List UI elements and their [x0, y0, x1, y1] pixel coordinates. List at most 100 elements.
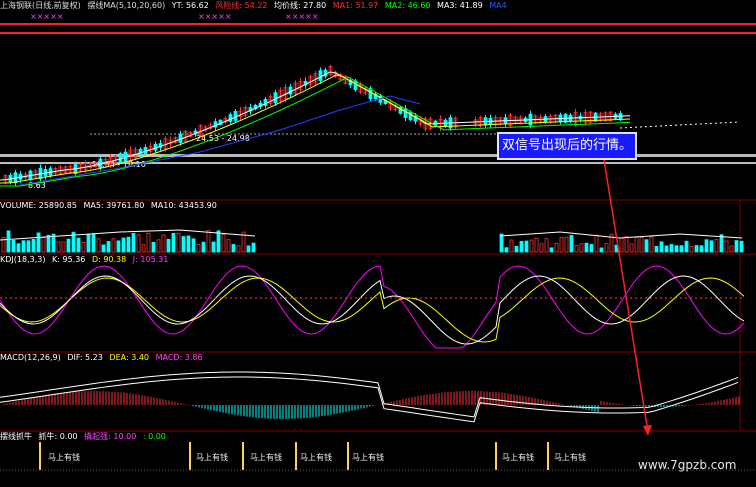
candle — [288, 86, 293, 95]
volume-bar — [226, 239, 231, 253]
volume-bar — [604, 243, 609, 253]
volume-bar — [216, 230, 221, 253]
volume-bar — [56, 241, 61, 253]
volume-bar — [639, 237, 644, 253]
support-band-2 — [0, 162, 756, 164]
volume-bar — [236, 245, 241, 253]
volume-bar — [186, 235, 191, 253]
signal-label-5: 马上有钱 — [352, 453, 384, 462]
volume-bar — [704, 239, 709, 253]
ma10-line — [0, 74, 631, 184]
volume-bar — [86, 234, 91, 253]
volume-bar — [161, 234, 166, 253]
volume-bar — [669, 244, 674, 253]
volume-bar — [509, 239, 514, 253]
volume-bar — [724, 240, 729, 253]
volume-bar — [116, 240, 121, 253]
volume-bar — [549, 247, 554, 253]
volume-bar — [689, 246, 694, 253]
volume-bar — [624, 236, 629, 253]
annotation-callout: 双信号出现后的行情。 — [497, 132, 637, 160]
volume-bar — [246, 245, 251, 253]
volume-bar — [151, 241, 156, 253]
volume-bar — [11, 239, 16, 253]
signal-label-4: 马上有钱 — [300, 453, 332, 462]
volume-bar — [559, 236, 564, 253]
volume-bar — [579, 243, 584, 253]
macd-dea-line — [0, 376, 739, 423]
candle — [178, 133, 183, 143]
volume-bar — [629, 243, 634, 253]
volume-bar — [589, 244, 594, 253]
volume-bar — [564, 236, 569, 253]
volume-bar — [719, 234, 724, 253]
volume-bar — [649, 236, 654, 253]
signal-label-1: 马上有钱 — [48, 453, 80, 462]
volume-bar — [664, 245, 669, 253]
volume-bar — [594, 234, 599, 253]
candle — [273, 92, 278, 104]
volume-bar — [694, 245, 699, 253]
volume-bar — [634, 237, 639, 253]
volume-bar — [619, 237, 624, 253]
candle — [353, 80, 358, 91]
trend-extension — [619, 121, 741, 129]
volume-bar — [544, 238, 549, 253]
signal-label-3: 马上有钱 — [250, 453, 282, 462]
volume-bar — [131, 233, 136, 253]
signal-label-7: 马上有钱 — [554, 453, 586, 462]
stock-chart-canvas[interactable] — [0, 0, 756, 487]
volume-bar — [61, 241, 66, 253]
volume-bar — [519, 240, 524, 253]
volume-bar — [76, 237, 81, 253]
volume-bar — [739, 240, 744, 253]
signal-label-6: 马上有钱 — [502, 453, 534, 462]
volume-bar — [146, 232, 151, 253]
volume-bar — [499, 233, 504, 253]
volume-bar — [221, 234, 226, 253]
volume-bar — [166, 238, 171, 253]
site-watermark: www.7gpzb.com — [638, 458, 737, 472]
volume-bar — [101, 244, 106, 253]
volume-bar — [529, 239, 534, 253]
volume-bar — [679, 245, 684, 253]
volume-bar — [26, 240, 31, 253]
volume-bar — [121, 237, 126, 253]
volume-bar — [46, 234, 51, 253]
volume-bar — [36, 232, 41, 253]
volume-bar — [201, 241, 206, 253]
volume-bar — [659, 241, 664, 253]
volume-bar — [171, 232, 176, 253]
volume-bar — [206, 229, 211, 253]
volume-bar — [729, 245, 734, 253]
volume-bar — [709, 240, 714, 253]
volume-bar — [654, 245, 659, 253]
volume-bar — [126, 236, 131, 253]
volume-bar — [106, 241, 111, 253]
volume-bar — [514, 245, 519, 253]
volume-bar — [554, 243, 559, 253]
volume-bar — [251, 242, 256, 253]
volume-bar — [211, 241, 216, 253]
signal-label-2: 马上有钱 — [196, 453, 228, 462]
volume-bar — [539, 243, 544, 253]
volume-bar — [231, 244, 236, 253]
volume-bar — [136, 234, 141, 253]
volume-bar — [504, 247, 509, 253]
volume-bar — [176, 232, 181, 253]
volume-bar — [156, 239, 161, 253]
volume-bar — [96, 238, 101, 253]
volume-bar — [16, 243, 21, 253]
candle — [318, 70, 323, 82]
volume-bar — [66, 238, 71, 253]
volume-bar — [574, 245, 579, 253]
volume-bar — [181, 236, 186, 253]
candle — [228, 114, 233, 122]
candle — [233, 111, 238, 121]
annotation-arrow — [603, 159, 649, 433]
volume-bar — [684, 240, 689, 253]
volume-bar — [734, 240, 739, 253]
volume-bar — [31, 238, 36, 253]
volume-bar — [569, 235, 574, 253]
volume-bar — [111, 238, 116, 253]
